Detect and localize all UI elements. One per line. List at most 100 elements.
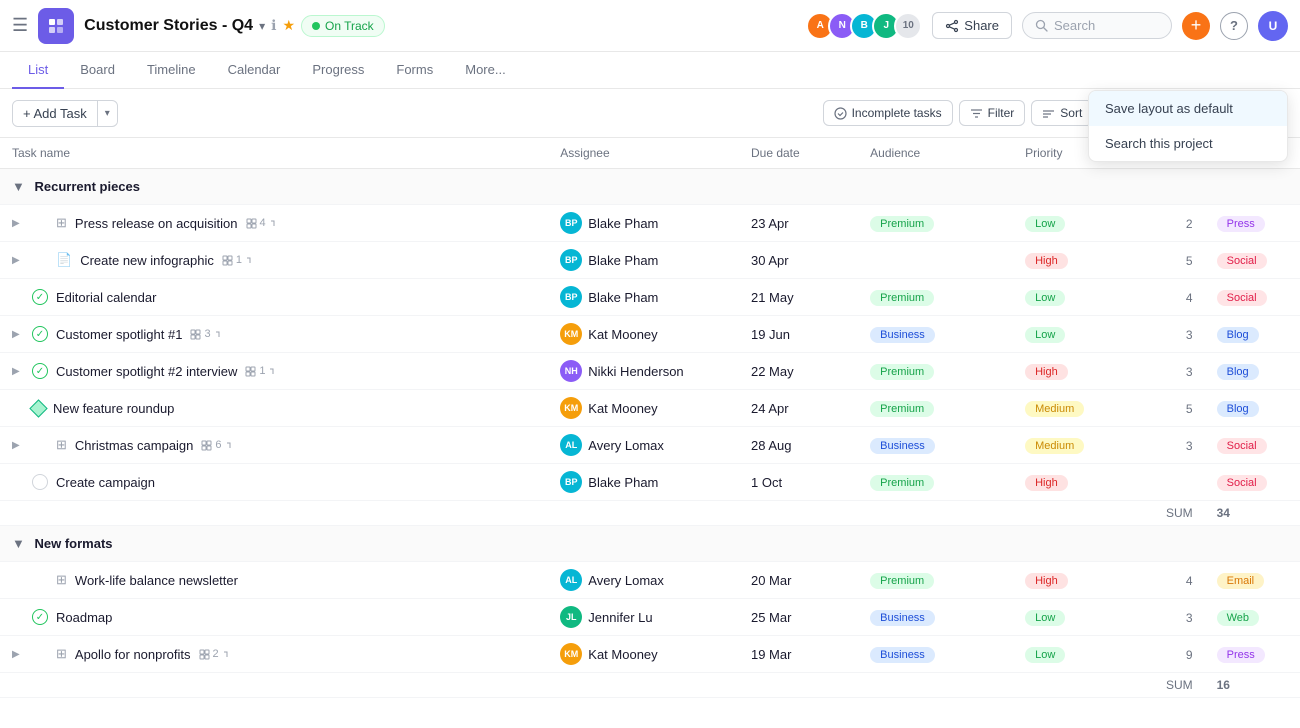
expand-icon[interactable]: ▶ [12,649,24,660]
num-cell: 2 [1144,205,1204,242]
search-project-item[interactable]: Search this project [1089,126,1287,161]
tab-forms[interactable]: Forms [380,52,449,89]
section-toggle-icon[interactable]: ▼ [12,536,25,551]
search-box[interactable]: Search [1022,12,1172,39]
table-row[interactable]: ▶ Create campaign BP Blake Pham 1 Oct Pr… [0,464,1300,501]
task-link[interactable]: Create new infographic [80,253,214,268]
priority-badge: High [1025,253,1068,269]
task-num: 5 [1186,254,1193,268]
user-avatar[interactable]: U [1258,11,1288,41]
tab-more[interactable]: More... [449,52,521,89]
avatar-count[interactable]: 10 [894,12,922,40]
col-header-task: Task name [0,138,548,169]
filter-icon [970,107,983,120]
priority-cell: Medium [1013,427,1144,464]
new-item-button[interactable]: + [1182,12,1210,40]
task-link[interactable]: Roadmap [56,610,112,625]
save-layout-item[interactable]: Save layout as default [1089,91,1287,126]
task-link[interactable]: Editorial calendar [56,290,156,305]
table-row[interactable]: ▶ ⊞ Apollo for nonprofits 2 KM Kat Moone… [0,636,1300,673]
filter-button[interactable]: Filter [959,100,1026,126]
expand-icon[interactable]: ▶ [12,218,24,229]
tag-badge: Blog [1217,327,1259,343]
diamond-icon [29,399,47,417]
audience-badge: Premium [870,401,934,417]
table-row[interactable]: ▶ ✓ Editorial calendar BP Blake Pham 21 … [0,279,1300,316]
sum-row: SUM 16 [0,673,1300,698]
expand-icon[interactable]: ▶ [12,255,24,266]
task-link[interactable]: Christmas campaign [75,438,194,453]
expand-icon[interactable]: ▶ [12,440,24,451]
incomplete-tasks-icon [834,107,847,120]
expand-icon[interactable]: ▶ [12,366,24,377]
add-task-label: + Add Task [23,106,87,121]
tag-cell: Email [1205,562,1300,599]
incomplete-tasks-button[interactable]: Incomplete tasks [823,100,953,126]
task-num: 5 [1186,402,1193,416]
tab-timeline[interactable]: Timeline [131,52,212,89]
stack-icon: ⊞ [56,215,67,231]
task-link[interactable]: Press release on acquisition [75,216,238,231]
task-link[interactable]: Customer spotlight #1 [56,327,182,342]
task-name-cell: ▶ ✓ Roadmap [0,599,548,636]
task-link[interactable]: New feature roundup [53,401,174,416]
task-link[interactable]: Create campaign [56,475,155,490]
assignee-name: Kat Mooney [588,647,657,662]
num-cell: 4 [1144,562,1204,599]
assignee-name: Blake Pham [588,253,658,268]
tag-cell: Web [1205,599,1300,636]
table-row[interactable]: ▶ ✓ Customer spotlight #1 3 KM Kat Moone… [0,316,1300,353]
add-task-main[interactable]: + Add Task [13,101,98,126]
due-date-cell: 21 May [739,279,858,316]
table-container[interactable]: Task name Assignee Due date Audience Pri… [0,138,1300,726]
tab-list[interactable]: List [12,52,64,89]
sum-row: SUM 34 [0,501,1300,526]
table-row[interactable]: ▶ ✓ Customer spotlight #2 interview 1 NH… [0,353,1300,390]
help-button[interactable]: ? [1220,12,1248,40]
add-task-button[interactable]: + Add Task ▾ [12,100,118,127]
audience-badge: Business [870,610,935,626]
task-num: 3 [1186,439,1193,453]
task-link[interactable]: Work-life balance newsletter [75,573,238,588]
table-row[interactable]: ▶ ⊞ Christmas campaign 6 AL Avery Lomax … [0,427,1300,464]
expand-icon[interactable]: ▶ [12,329,24,340]
share-label: Share [964,18,999,33]
tab-progress[interactable]: Progress [296,52,380,89]
assignee-cell: AL Avery Lomax [548,427,739,464]
task-name-cell: ▶ ✓ Customer spotlight #1 3 [0,316,548,353]
priority-cell: High [1013,353,1144,390]
stack-icon: ⊞ [56,646,67,662]
table-row[interactable]: ▶ ⊞ Work-life balance newsletter AL Aver… [0,562,1300,599]
hamburger-menu[interactable]: ☰ [12,15,28,36]
table-row[interactable]: ▶ ✓ Roadmap JL Jennifer Lu 25 Mar Busine… [0,599,1300,636]
due-date-cell: 1 Oct [739,464,858,501]
status-text: On Track [325,19,374,33]
table-row[interactable]: ▶ 📄 Create new infographic 1 BP Blake Ph… [0,242,1300,279]
task-link[interactable]: Customer spotlight #2 interview [56,364,237,379]
table-row[interactable]: ▶ ⊞ Press release on acquisition 4 BP Bl… [0,205,1300,242]
tag-badge: Social [1217,438,1267,454]
project-dropdown-icon[interactable]: ▾ [259,19,265,33]
section-toggle-icon[interactable]: ▼ [12,179,25,194]
add-task-chevron-icon[interactable]: ▾ [98,103,117,124]
num-cell: 3 [1144,353,1204,390]
star-icon[interactable]: ★ [282,17,295,34]
audience-cell: Premium [858,390,1013,427]
share-icon [945,19,959,33]
tab-board[interactable]: Board [64,52,131,89]
sort-icon [1042,107,1055,120]
col-header-assignee: Assignee [548,138,739,169]
share-button[interactable]: Share [932,12,1012,39]
incomplete-tasks-label: Incomplete tasks [852,106,942,120]
priority-cell: High [1013,242,1144,279]
tab-calendar[interactable]: Calendar [212,52,297,89]
sort-button[interactable]: Sort [1031,100,1093,126]
table-row[interactable]: ▶ New feature roundup KM Kat Mooney 24 A… [0,390,1300,427]
info-icon[interactable]: ℹ [271,17,276,34]
audience-badge: Business [870,327,935,343]
task-link[interactable]: Apollo for nonprofits [75,647,191,662]
audience-cell: Premium [858,279,1013,316]
priority-cell: Low [1013,205,1144,242]
due-date-cell: 23 Apr [739,205,858,242]
assignee-name: Nikki Henderson [588,364,683,379]
